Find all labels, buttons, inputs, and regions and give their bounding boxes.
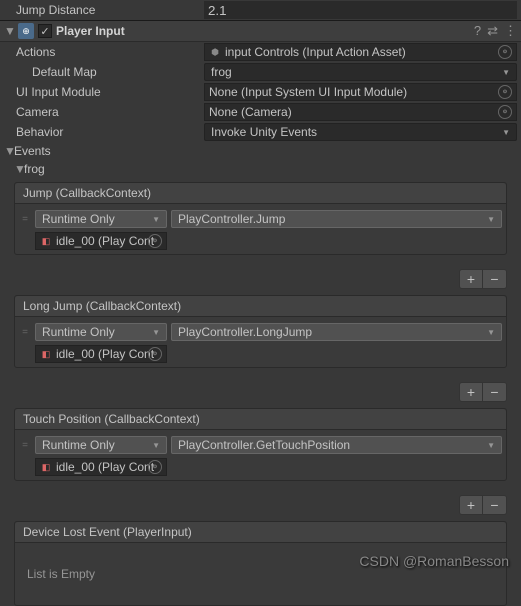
call-state-value: Runtime Only — [42, 325, 115, 339]
gameobject-icon: ◧ — [40, 235, 52, 247]
chevron-down-icon: ▼ — [152, 328, 160, 337]
actions-value: input Controls (Input Action Asset) — [225, 45, 406, 59]
jump-distance-label: Jump Distance — [4, 3, 204, 17]
default-map-label: Default Map — [4, 65, 204, 79]
target-object-field[interactable]: ◧ idle_00 (Play Cont ⊙ — [35, 458, 167, 476]
event-header: Jump (CallbackContext) — [15, 183, 506, 204]
chevron-down-icon: ▼ — [152, 215, 160, 224]
unity-event-box: Touch Position (CallbackContext) = Runti… — [14, 408, 507, 481]
call-state-dropdown[interactable]: Runtime Only ▼ — [35, 436, 167, 454]
function-value: PlayController.GetTouchPosition — [178, 438, 350, 452]
help-icon[interactable]: ? — [474, 23, 481, 39]
object-picker-icon[interactable]: ⊙ — [498, 105, 512, 119]
default-map-value: frog — [211, 65, 232, 79]
chevron-down-icon: ▼ — [487, 441, 495, 450]
map-foldout-icon[interactable]: ▼ — [14, 162, 24, 176]
foldout-icon[interactable]: ▼ — [4, 24, 14, 38]
drag-handle-icon[interactable]: = — [19, 214, 31, 225]
camera-value: None (Camera) — [209, 105, 292, 119]
add-listener-button[interactable]: + — [459, 495, 483, 515]
events-foldout-icon[interactable]: ▼ — [4, 144, 14, 158]
drag-handle-icon[interactable]: = — [19, 327, 31, 338]
target-value: idle_00 (Play Cont — [56, 234, 154, 248]
function-value: PlayController.Jump — [178, 212, 285, 226]
map-label: frog — [24, 162, 45, 176]
default-map-dropdown[interactable]: frog ▼ — [204, 63, 517, 81]
object-picker-icon[interactable]: ⊙ — [148, 460, 162, 474]
menu-icon[interactable]: ⋮ — [504, 23, 517, 39]
chevron-down-icon: ▼ — [502, 128, 510, 137]
behavior-value: Invoke Unity Events — [211, 125, 317, 139]
call-state-value: Runtime Only — [42, 438, 115, 452]
watermark: CSDN @RomanBesson — [359, 553, 509, 569]
jump-distance-field[interactable] — [204, 1, 517, 19]
drag-handle-icon[interactable]: = — [19, 440, 31, 451]
object-picker-icon[interactable]: ⊙ — [498, 45, 512, 59]
gameobject-icon: ◧ — [40, 348, 52, 360]
target-value: idle_00 (Play Cont — [56, 347, 154, 361]
chevron-down-icon: ▼ — [487, 328, 495, 337]
behavior-label: Behavior — [4, 125, 204, 139]
unity-event-box: Jump (CallbackContext) = Runtime Only ▼ … — [14, 182, 507, 255]
enable-checkbox[interactable]: ✓ — [38, 24, 52, 38]
object-picker-icon[interactable]: ⊙ — [148, 234, 162, 248]
camera-field[interactable]: None (Camera) ⊙ — [204, 103, 517, 121]
gameobject-icon: ◧ — [40, 461, 52, 473]
preset-icon[interactable]: ⇄ — [487, 23, 498, 39]
function-dropdown[interactable]: PlayController.Jump ▼ — [171, 210, 502, 228]
function-dropdown[interactable]: PlayController.LongJump ▼ — [171, 323, 502, 341]
add-listener-button[interactable]: + — [459, 269, 483, 289]
remove-listener-button[interactable]: − — [483, 382, 507, 402]
events-label: Events — [14, 144, 51, 158]
object-picker-icon[interactable]: ⊙ — [148, 347, 162, 361]
chevron-down-icon: ▼ — [487, 215, 495, 224]
target-object-field[interactable]: ◧ idle_00 (Play Cont ⊙ — [35, 345, 167, 363]
device-lost-header: Device Lost Event (PlayerInput) — [15, 522, 506, 543]
target-object-field[interactable]: ◧ idle_00 (Play Cont ⊙ — [35, 232, 167, 250]
target-value: idle_00 (Play Cont — [56, 460, 154, 474]
unity-event-box: Long Jump (CallbackContext) = Runtime On… — [14, 295, 507, 368]
event-header: Touch Position (CallbackContext) — [15, 409, 506, 430]
ui-input-module-label: UI Input Module — [4, 85, 204, 99]
call-state-dropdown[interactable]: Runtime Only ▼ — [35, 323, 167, 341]
remove-listener-button[interactable]: − — [483, 269, 507, 289]
function-value: PlayController.LongJump — [178, 325, 312, 339]
asset-icon: ⬢ — [209, 46, 221, 58]
call-state-value: Runtime Only — [42, 212, 115, 226]
component-title: Player Input — [56, 24, 470, 38]
behavior-dropdown[interactable]: Invoke Unity Events ▼ — [204, 123, 517, 141]
function-dropdown[interactable]: PlayController.GetTouchPosition ▼ — [171, 436, 502, 454]
component-icon: ⊕ — [18, 23, 34, 39]
chevron-down-icon: ▼ — [502, 68, 510, 77]
event-header: Long Jump (CallbackContext) — [15, 296, 506, 317]
add-listener-button[interactable]: + — [459, 382, 483, 402]
camera-label: Camera — [4, 105, 204, 119]
ui-input-module-field[interactable]: None (Input System UI Input Module) ⊙ — [204, 83, 517, 101]
call-state-dropdown[interactable]: Runtime Only ▼ — [35, 210, 167, 228]
remove-listener-button[interactable]: − — [483, 495, 507, 515]
object-picker-icon[interactable]: ⊙ — [498, 85, 512, 99]
ui-input-module-value: None (Input System UI Input Module) — [209, 85, 407, 99]
actions-label: Actions — [4, 45, 204, 59]
player-input-header[interactable]: ▼ ⊕ ✓ Player Input ? ⇄ ⋮ — [0, 20, 521, 42]
actions-field[interactable]: ⬢ input Controls (Input Action Asset) ⊙ — [204, 43, 517, 61]
chevron-down-icon: ▼ — [152, 441, 160, 450]
